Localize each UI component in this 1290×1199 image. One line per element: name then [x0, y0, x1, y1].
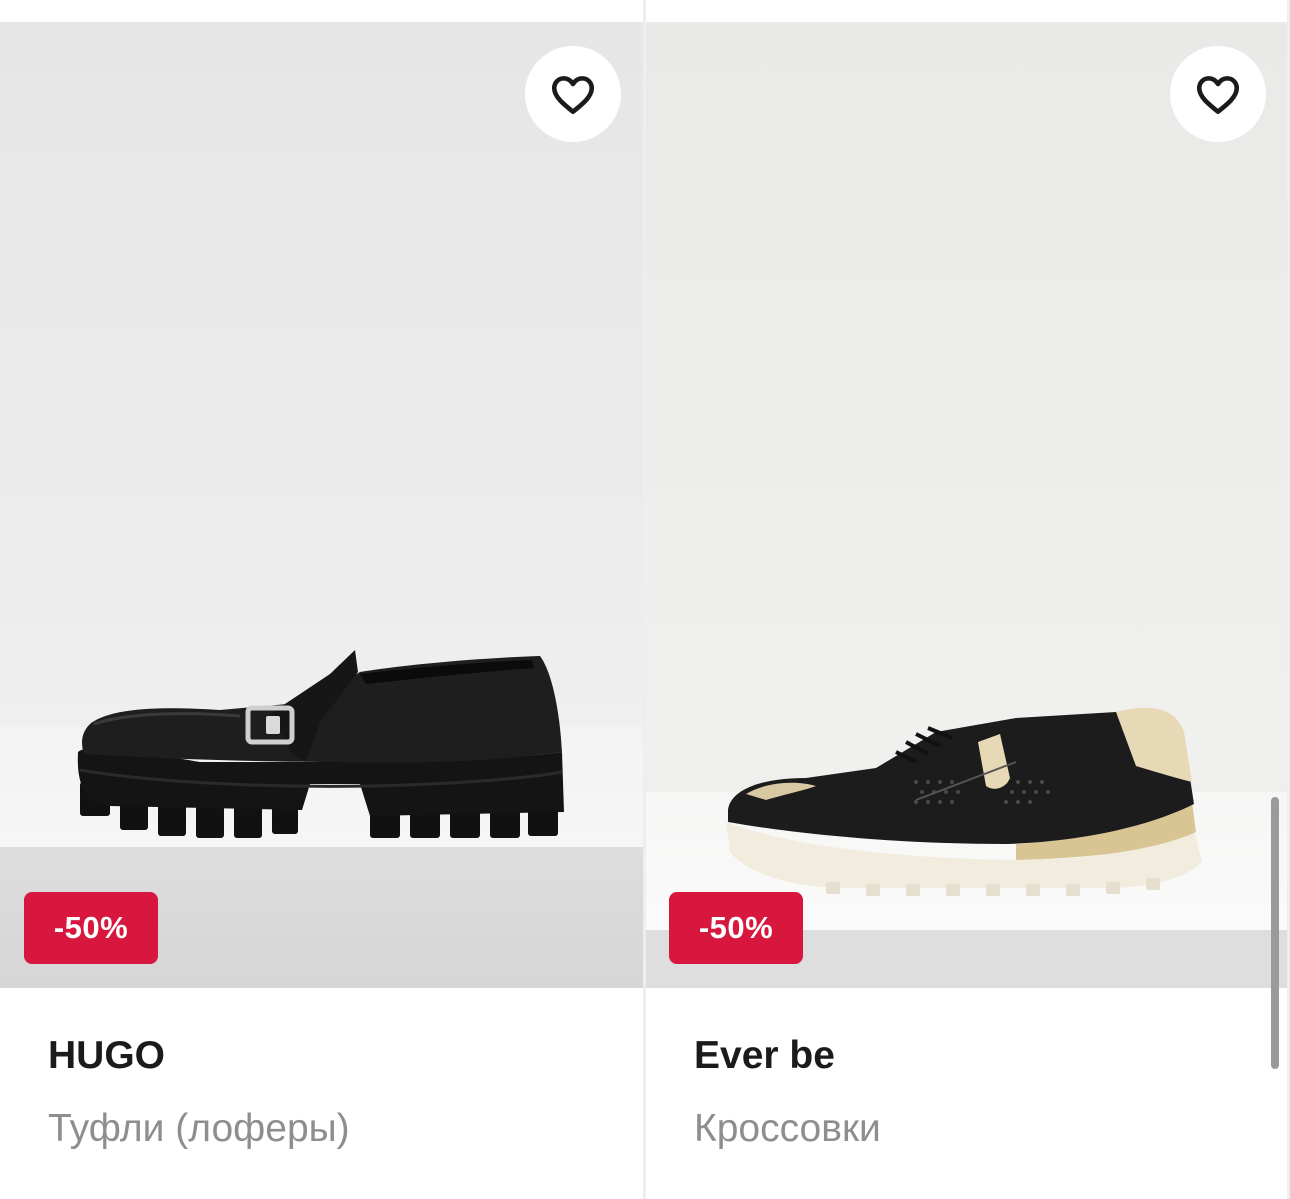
product-category[interactable]: Туфли (лоферы)	[48, 1107, 350, 1151]
loafer-image	[77, 650, 564, 838]
favorite-button[interactable]	[1170, 46, 1266, 142]
heart-outline-icon	[551, 76, 595, 115]
heart-outline-icon	[1196, 76, 1240, 115]
product-card-ever-be[interactable]: -50% Ever be Кроссовки	[646, 22, 1290, 1199]
scrollbar-thumb[interactable]	[1271, 797, 1279, 1069]
product-photo[interactable]: -50%	[0, 22, 644, 988]
product-category[interactable]: Кроссовки	[694, 1107, 881, 1151]
column-divider	[643, 0, 646, 1199]
product-photo[interactable]: -50%	[646, 22, 1290, 988]
product-brand[interactable]: Ever be	[694, 1034, 835, 1078]
product-brand[interactable]: HUGO	[48, 1034, 165, 1078]
sneaker-image	[726, 707, 1202, 896]
discount-badge: -50%	[669, 892, 803, 964]
product-grid: -50% HUGO Туфли (лоферы) -50% Ever be Кр…	[0, 0, 1290, 1199]
discount-badge: -50%	[24, 892, 158, 964]
favorite-button[interactable]	[525, 46, 621, 142]
product-card-hugo[interactable]: -50% HUGO Туфли (лоферы)	[0, 22, 644, 1199]
